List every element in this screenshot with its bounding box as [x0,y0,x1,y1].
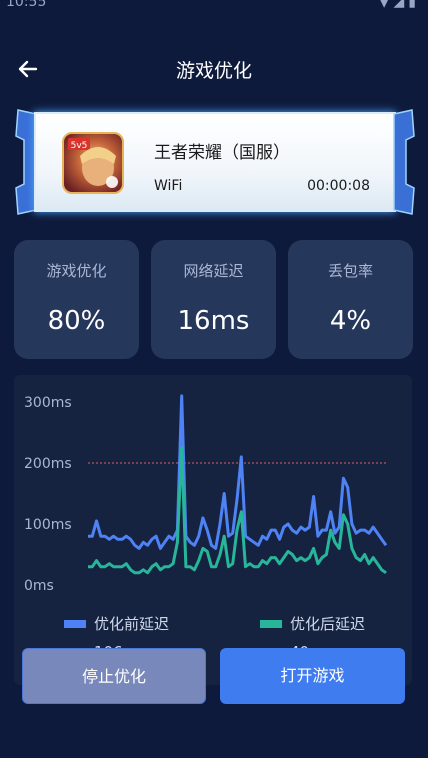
game-logo-icon: 5v5 [68,138,118,188]
latency-chart: 300ms 200ms 100ms 0ms 优化前延迟 106ms 优化后延迟 40m… [14,375,412,685]
y-tick-label: 0ms [24,578,54,594]
stat-label: 网络延迟 [183,262,244,280]
stat-optimization: 游戏优化 80% [14,240,139,359]
legend-label-before: 优化前延迟 [94,615,170,633]
stop-optimization-button[interactable]: 停止优化 [22,648,206,704]
svg-text:5v5: 5v5 [71,141,88,151]
stat-value: 4% [329,306,372,336]
elapsed-timer: 00:00:08 [307,178,370,194]
status-time: 10:55 [6,0,47,10]
page-title: 游戏优化 [175,60,252,82]
stat-label: 丢包率 [327,262,373,280]
battery-icon: ▮ [408,0,420,10]
legend-swatch-after [260,620,282,628]
game-app-icon: 5v5 [62,132,124,194]
stat-label: 游戏优化 [46,262,107,280]
latency-chart-svg: 300ms 200ms 100ms 0ms [24,394,388,594]
game-name: 王者荣耀（国服） [154,143,290,163]
legend-swatch-before [64,620,86,628]
game-card: 5v5 王者荣耀（国服） WiFi 00:00:08 [14,108,416,216]
y-tick-label: 100ms [24,517,72,533]
wifi-signal-icon: ▼ [378,0,394,10]
card-frame-right [393,109,415,215]
network-type: WiFi [154,178,183,194]
status-icons: ▼◢▮ [379,0,420,10]
legend-label-after: 优化后延迟 [290,615,366,633]
stat-latency: 网络延迟 16ms [151,240,276,359]
open-game-button[interactable]: 打开游戏 [220,648,405,704]
legend-before: 优化前延迟 106ms [64,613,234,661]
y-tick-label: 200ms [24,456,72,472]
header: 游戏优化 [0,48,428,88]
cell-signal-icon: ◢ [393,0,409,10]
game-info-panel: 5v5 王者荣耀（国服） WiFi 00:00:08 [34,112,396,212]
stat-value: 80% [47,306,106,336]
legend-after: 优化后延迟 40ms [260,613,410,661]
status-bar: 10:55 ▼◢▮ [0,0,428,16]
y-tick-label: 300ms [24,395,72,411]
stat-value: 16ms [177,306,250,336]
stat-packet-loss: 丢包率 4% [288,240,413,359]
